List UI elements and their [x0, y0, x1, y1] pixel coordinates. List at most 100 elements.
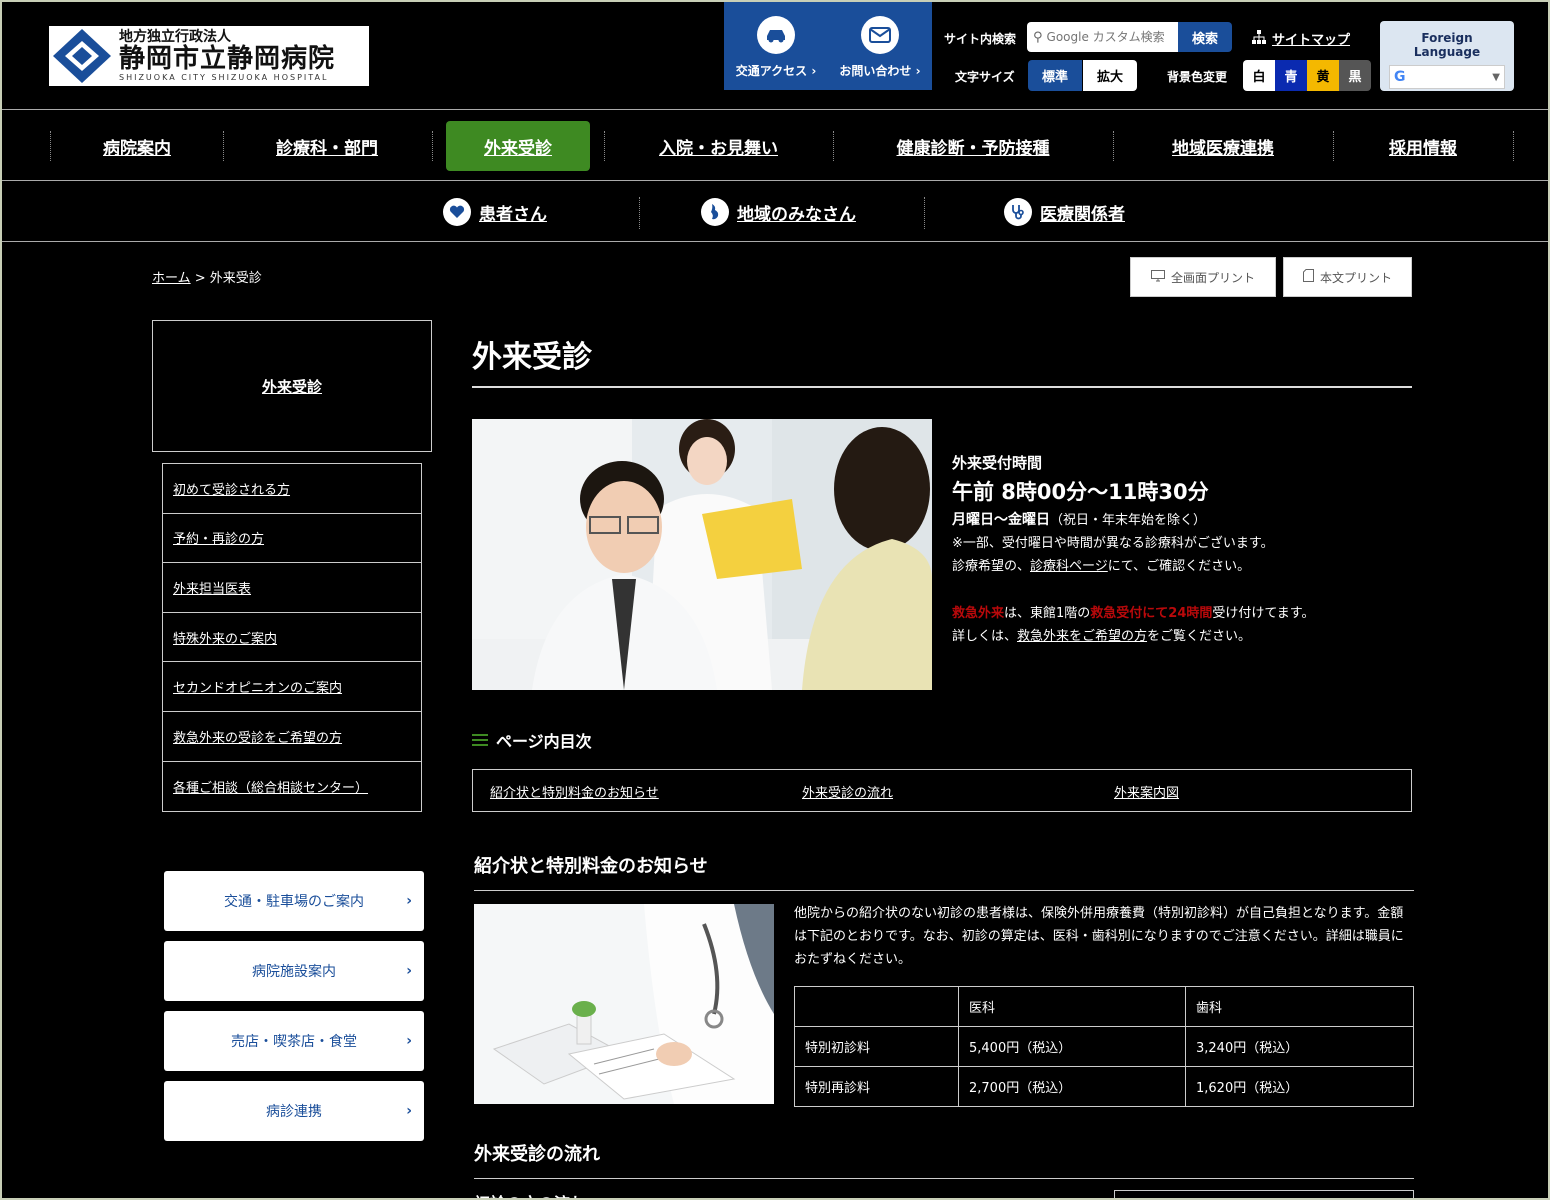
dropdown-arrow-icon: ▼: [1492, 71, 1500, 83]
hours-note-1: ※一部、受付曜日や時間が異なる診療科がございます。: [952, 536, 1274, 551]
toc-heading: ページ内目次: [472, 728, 592, 752]
sidebar-button-parking[interactable]: 交通・駐車場のご案内 ›: [164, 871, 424, 931]
page-title: 外来受診: [472, 332, 1412, 388]
contact-button[interactable]: お問い合わせ ›: [828, 2, 932, 90]
chevron-right-icon: ›: [406, 1033, 412, 1049]
table-header-cell: [794, 986, 959, 1027]
sidebar-button-label: 病診連携: [266, 1104, 322, 1120]
search-icon: ⚲: [1033, 29, 1043, 45]
emergency-mid: は、東館1階の: [1004, 606, 1091, 621]
anav-item-patients[interactable]: 患者さん: [443, 197, 547, 227]
anav-item-professionals[interactable]: 医療関係者: [1004, 197, 1125, 227]
sidebar-button-label: 交通・駐車場のご案内: [224, 894, 364, 910]
gnav-item-recruit[interactable]: 採用情報: [1334, 121, 1512, 171]
sitemap-link[interactable]: サイトマップ: [1252, 29, 1350, 48]
sidebar-button-clinic-cooperation[interactable]: 病診連携 ›: [164, 1081, 424, 1141]
sidebar-title[interactable]: 外来受診: [152, 320, 432, 452]
sidebar-item-consultation[interactable]: 各種ご相談（総合相談センター）: [163, 762, 421, 812]
toc-link-flow[interactable]: 外来受診の流れ: [802, 782, 893, 801]
table-cell: 特別再診料: [794, 1066, 959, 1107]
sitemap-icon: [1252, 29, 1266, 48]
anav-label: 患者さん: [479, 204, 547, 225]
fontsize-label: 文字サイズ: [955, 70, 1015, 84]
gnav-item-about[interactable]: 病院案内: [52, 121, 222, 171]
logo-english: SHIZUOKA CITY SHIZUOKA HOSPITAL: [119, 73, 329, 82]
mail-icon: [861, 16, 899, 54]
table-row: 特別再診料 2,700円（税込） 1,620円（税込）: [794, 1066, 1414, 1107]
gnav-item-inpatient[interactable]: 入院・お見舞い: [605, 121, 832, 171]
emergency-label: 救急外来: [952, 606, 1005, 621]
table-cell: 3,240円（税込）: [1185, 1026, 1414, 1067]
bg-blue-button[interactable]: 青: [1275, 60, 1307, 91]
gnav-item-outpatient[interactable]: 外来受診: [446, 121, 590, 171]
search-button[interactable]: 検索: [1178, 22, 1232, 52]
access-button[interactable]: 交通アクセス ›: [724, 2, 828, 90]
sidebar-item-special-clinic[interactable]: 特殊外来のご案内: [163, 613, 421, 663]
section-flow-heading: 外来受診の流れ: [474, 1140, 1414, 1179]
doctor-writing-image: [474, 904, 774, 1104]
fee-table: 医科 歯科 特別初診料 5,400円（税込） 3,240円（税込） 特別再診料 …: [794, 986, 1414, 1107]
audience-nav: 患者さん 地域のみなさん 医療関係者: [2, 182, 1548, 242]
google-icon: G: [1394, 69, 1406, 85]
bg-black-button[interactable]: 黒: [1339, 60, 1371, 91]
sidebar-button-shops[interactable]: 売店・喫茶店・食堂 ›: [164, 1011, 424, 1071]
print-full-button[interactable]: 全画面プリント: [1130, 257, 1276, 297]
logo-title: 静岡市立静岡病院: [119, 44, 336, 74]
sidebar-button-label: 病院施設案内: [252, 964, 336, 980]
bg-white-button[interactable]: 白: [1243, 60, 1275, 91]
gnav-item-regional[interactable]: 地域医療連携: [1114, 121, 1332, 171]
gnav-item-checkup[interactable]: 健康診断・予防接種: [834, 121, 1112, 171]
bg-yellow-button[interactable]: 黄: [1307, 60, 1339, 91]
department-page-link[interactable]: 診療科ページ: [1030, 559, 1108, 574]
breadcrumb-home[interactable]: ホーム: [152, 271, 191, 286]
print-text-button[interactable]: 本文プリント: [1283, 257, 1412, 297]
sidebar-item-second-opinion[interactable]: セカンドオピニオンのご案内: [163, 662, 421, 712]
hospital-logo[interactable]: 地方独立行政法人 静岡市立静岡病院 SHIZUOKA CITY SHIZUOKA…: [49, 26, 369, 86]
toc-link-map[interactable]: 外来案内図: [1114, 782, 1179, 801]
fontsize-large-button[interactable]: 拡大: [1083, 60, 1137, 91]
emergency-detail-link[interactable]: 救急外来をご希望の方: [1017, 629, 1147, 644]
sidebar-button-facilities[interactable]: 病院施設案内 ›: [164, 941, 424, 1001]
sidebar-item-first-visit[interactable]: 初めて受診される方: [163, 464, 421, 514]
toc-box: 紹介状と特別料金のお知らせ 外来受診の流れ 外来案内図: [472, 769, 1412, 812]
toc-heading-label: ページ内目次: [496, 732, 592, 751]
foreign-language-panel: Foreign Language G ▼: [1380, 21, 1514, 91]
search-field[interactable]: ⚲: [1027, 22, 1179, 52]
sidebar-item-reservation[interactable]: 予約・再診の方: [163, 514, 421, 564]
breadcrumb-separator: >: [190, 271, 210, 286]
fontsize-standard-button[interactable]: 標準: [1028, 60, 1082, 91]
logo-subtitle: 地方独立行政法人: [119, 29, 231, 45]
emergency-post: 受け付けてます。: [1212, 606, 1315, 621]
anav-item-community[interactable]: 地域のみなさん: [701, 197, 856, 227]
document-icon: [1302, 269, 1314, 285]
table-cell: 1,620円（税込）: [1185, 1066, 1414, 1107]
emergency-detail-post: をご覧ください。: [1147, 629, 1252, 644]
anav-label: 医療関係者: [1040, 204, 1125, 225]
table-header-cell: 医科: [958, 986, 1186, 1027]
hours-heading: 外来受付時間: [952, 454, 1043, 472]
site-header: 地方独立行政法人 静岡市立静岡病院 SHIZUOKA CITY SHIZUOKA…: [2, 2, 1548, 110]
sidebar-button-label: 売店・喫茶店・食堂: [231, 1034, 357, 1050]
table-cell: 5,400円（税込）: [958, 1026, 1186, 1067]
toc-link-referral[interactable]: 紹介状と特別料金のお知らせ: [490, 782, 659, 801]
hours-days-note: （祝日・年末年始を除く）: [1050, 513, 1207, 528]
logo-mark-icon: [51, 27, 113, 85]
language-select[interactable]: G ▼: [1389, 65, 1505, 89]
gnav-item-departments[interactable]: 診療科・部門: [224, 121, 430, 171]
hours-days: 月曜日～金曜日: [952, 512, 1050, 528]
emergency-24h: 救急受付にて24時間: [1090, 606, 1213, 621]
contact-label: お問い合わせ: [839, 64, 912, 78]
search-label: サイト内検索: [944, 32, 1017, 46]
sidebar-item-emergency[interactable]: 救急外来の受診をご希望の方: [163, 712, 421, 762]
breadcrumb: ホーム > 外来受診: [152, 267, 262, 286]
global-nav: 病院案内 診療科・部門 外来受診 入院・お見舞い 健康診断・予防接種 地域医療連…: [2, 111, 1548, 181]
sidebar-item-doctor-schedule[interactable]: 外来担当医表: [163, 563, 421, 613]
breadcrumb-current: 外来受診: [209, 271, 262, 286]
chevron-right-icon: ›: [406, 963, 412, 979]
table-row: 特別初診料 5,400円（税込） 3,240円（税込）: [794, 1026, 1414, 1067]
hours-note-2-pre: 診療希望の、: [952, 559, 1031, 574]
search-input[interactable]: [1046, 30, 1167, 44]
hours-time: 午前 8時00分～11時30分: [952, 480, 1209, 504]
first-visit-flow-heading: 初診の方の流れ: [474, 1190, 586, 1198]
chevron-right-icon: ›: [406, 1103, 412, 1119]
